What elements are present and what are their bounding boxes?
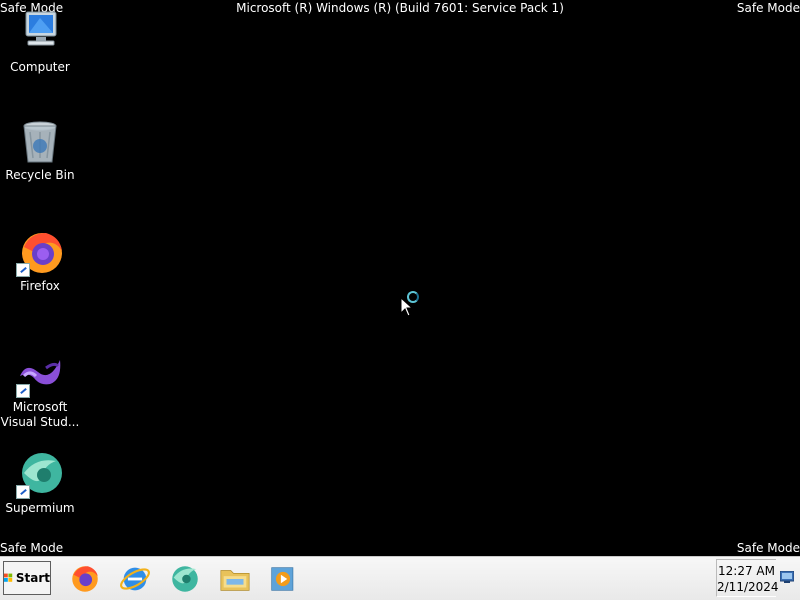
shortcut-arrow-icon bbox=[16, 485, 30, 499]
desktop-icon-label: Recycle Bin bbox=[5, 168, 75, 182]
clock-time: 12:27 AM bbox=[718, 564, 775, 578]
show-desktop-icon[interactable] bbox=[780, 571, 794, 583]
desktop-icon-visual-studio[interactable]: Microsoft Visual Stud... bbox=[0, 350, 80, 430]
start-label: Start bbox=[15, 571, 50, 585]
safe-mode-label-bottom-left: Safe Mode bbox=[0, 541, 64, 555]
desktop-icon-label: Firefox bbox=[20, 279, 60, 293]
taskbar: Start 12:27 AM 2/11/2024 bbox=[0, 556, 800, 600]
build-info: Microsoft (R) Windows (R) (Build 7601: S… bbox=[236, 1, 564, 15]
mouse-pointer-icon bbox=[400, 297, 412, 317]
taskbar-media-player-icon[interactable] bbox=[266, 562, 300, 596]
firefox-icon bbox=[16, 229, 64, 277]
shortcut-arrow-icon bbox=[16, 263, 30, 277]
desktop-icon-label: Microsoft Visual Stud... bbox=[0, 400, 80, 430]
desktop-icon-label: Supermium bbox=[5, 501, 75, 515]
taskbar-supermium-icon[interactable] bbox=[168, 562, 202, 596]
system-clock[interactable]: 12:27 AM 2/11/2024 bbox=[716, 559, 779, 597]
desktop-icon-label-line1: Microsoft bbox=[12, 400, 68, 414]
taskbar-file-explorer-icon[interactable] bbox=[218, 562, 252, 596]
desktop-icon-computer[interactable]: Computer bbox=[0, 10, 80, 75]
supermium-icon bbox=[16, 451, 64, 499]
recycle-bin-icon bbox=[16, 118, 64, 166]
desktop-icon-supermium[interactable]: Supermium bbox=[0, 451, 80, 516]
desktop-icon-label: Computer bbox=[10, 60, 70, 74]
taskbar-firefox-icon[interactable] bbox=[68, 562, 102, 596]
computer-icon bbox=[16, 10, 64, 58]
desktop-icon-firefox[interactable]: Firefox bbox=[0, 229, 80, 294]
clock-date: 2/11/2024 bbox=[717, 580, 779, 594]
visual-studio-icon bbox=[16, 350, 64, 398]
safe-mode-label-bottom-right: Safe Mode bbox=[736, 541, 800, 555]
start-button[interactable]: Start bbox=[3, 561, 51, 595]
taskbar-internet-explorer-icon[interactable] bbox=[118, 562, 152, 596]
shortcut-arrow-icon bbox=[16, 384, 30, 398]
windows-logo-icon bbox=[4, 573, 13, 582]
desktop-icon-label-line2: Visual Stud... bbox=[0, 415, 80, 429]
desktop-icon-recycle-bin[interactable]: Recycle Bin bbox=[0, 118, 80, 183]
